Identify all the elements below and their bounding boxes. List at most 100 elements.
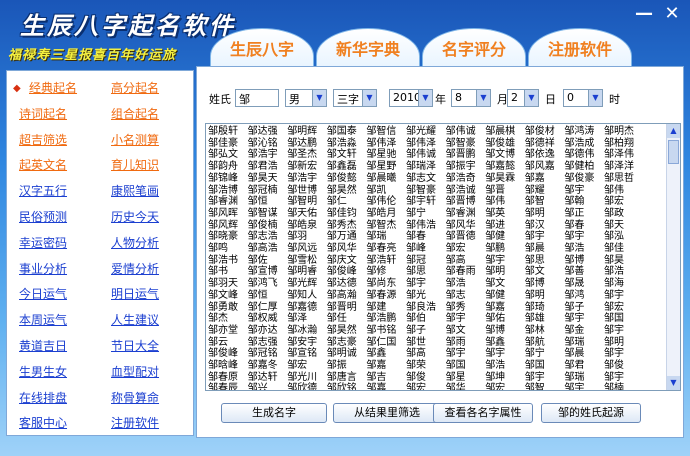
sidebar-item[interactable]: 人物分析 bbox=[111, 234, 159, 251]
name-item[interactable]: 邹国 bbox=[446, 360, 486, 372]
name-item[interactable]: 邹星野 bbox=[366, 161, 406, 173]
name-item[interactable]: 邹宣博 bbox=[248, 266, 288, 278]
name-item[interactable]: 邹志豪 bbox=[327, 337, 367, 349]
name-item[interactable]: 邹昊天 bbox=[248, 173, 288, 185]
name-item[interactable]: 邹耀 bbox=[525, 185, 565, 197]
name-item[interactable]: 邹亦达 bbox=[248, 325, 288, 337]
name-item[interactable]: 邹晋德 bbox=[446, 231, 486, 243]
name-item[interactable]: 邹伟泽 bbox=[366, 138, 406, 150]
name-item[interactable]: 邹君 bbox=[564, 360, 604, 372]
name-item[interactable]: 邹子 bbox=[406, 325, 446, 337]
name-item[interactable]: 邹明睿 bbox=[287, 266, 327, 278]
name-item[interactable]: 邹尚东 bbox=[366, 278, 406, 290]
name-item[interactable]: 邹睿渊 bbox=[446, 208, 486, 220]
name-item[interactable]: 邹健 bbox=[485, 290, 525, 302]
name-item[interactable]: 邹宇 bbox=[446, 348, 486, 360]
name-item[interactable]: 邹星 bbox=[446, 372, 486, 384]
name-item[interactable]: 邹海 bbox=[604, 278, 644, 290]
name-item[interactable]: 邹嘉 bbox=[525, 173, 565, 185]
name-item[interactable]: 邹金 bbox=[564, 325, 604, 337]
name-item[interactable]: 邹雪松 bbox=[287, 255, 327, 267]
name-item[interactable]: 邹韵舟 bbox=[208, 161, 248, 173]
name-item[interactable]: 邹吉 bbox=[366, 372, 406, 384]
name-results-list[interactable]: 邹殷轩 邹佳豪 邹弘文 邹韵舟 邹锦峰 邹浩博 邹睿渊 邹风晖 邹风辉 邹晓豪 邹鸣 邹浩书 邹书 邹羽天… bbox=[205, 123, 681, 391]
name-item[interactable]: 邹天佑 bbox=[287, 208, 327, 220]
sidebar-item[interactable]: 称骨算命 bbox=[111, 389, 159, 406]
name-item[interactable]: 邹华 bbox=[446, 383, 486, 390]
name-item[interactable]: 邹嘉冬 bbox=[248, 360, 288, 372]
name-item[interactable]: 邹凯 bbox=[366, 185, 406, 197]
name-item[interactable]: 邹浩宇 bbox=[248, 149, 288, 161]
name-item[interactable]: 邹唐言 bbox=[327, 372, 367, 384]
name-item[interactable]: 邹云 bbox=[208, 337, 248, 349]
name-item[interactable]: 邹书 bbox=[208, 266, 248, 278]
sidebar-item[interactable]: 经典起名 bbox=[29, 79, 77, 96]
generate-names-button[interactable]: 生成名字 bbox=[221, 403, 327, 423]
name-item[interactable]: 邹鑫磊 bbox=[327, 161, 367, 173]
name-item[interactable]: 邹鸣 bbox=[208, 243, 248, 255]
name-item[interactable]: 邹智杰 bbox=[366, 220, 406, 232]
name-item[interactable]: 邹伟 bbox=[604, 185, 644, 197]
name-item[interactable]: 邹宇 bbox=[564, 231, 604, 243]
sidebar-item[interactable]: 诗词起名 bbox=[19, 105, 67, 122]
name-item[interactable]: 邹振宇 bbox=[446, 161, 486, 173]
name-item[interactable]: 邹政 bbox=[604, 208, 644, 220]
sidebar-item[interactable]: 今日运气 bbox=[19, 285, 67, 302]
name-item[interactable]: 邹瑞泽 bbox=[406, 161, 446, 173]
name-item[interactable]: 邹志浩 bbox=[248, 231, 288, 243]
hour-select[interactable]: 0 ▼ bbox=[563, 89, 603, 107]
name-item[interactable]: 邹书铭 bbox=[366, 325, 406, 337]
name-item[interactable]: 邹健 bbox=[485, 231, 525, 243]
name-item[interactable]: 邹弘文 bbox=[208, 149, 248, 161]
name-item[interactable]: 邹鑫 bbox=[485, 337, 525, 349]
name-item[interactable]: 邹昊 bbox=[604, 255, 644, 267]
name-item[interactable]: 邹宇轩 bbox=[406, 196, 446, 208]
name-item[interactable]: 邹鸿飞 bbox=[248, 278, 288, 290]
name-item[interactable]: 邹智豪 bbox=[406, 185, 446, 197]
name-item[interactable]: 邹天 bbox=[604, 220, 644, 232]
name-item[interactable]: 邹嘉 bbox=[366, 383, 406, 390]
name-item[interactable]: 邹达强 bbox=[248, 126, 288, 138]
sidebar-item[interactable]: 注册软件 bbox=[111, 414, 159, 431]
name-item[interactable]: 邹佳豪 bbox=[208, 138, 248, 150]
name-item[interactable]: 邹宏 bbox=[406, 383, 446, 390]
name-item[interactable]: 邹伟泽 bbox=[406, 138, 446, 150]
name-item[interactable]: 邹春亮 bbox=[366, 243, 406, 255]
name-item[interactable]: 邹明诚 bbox=[327, 348, 367, 360]
name-item[interactable]: 邹俊 bbox=[604, 360, 644, 372]
name-item[interactable]: 邹博 bbox=[525, 278, 565, 290]
name-item[interactable]: 邹志 bbox=[446, 290, 486, 302]
name-item[interactable]: 邹伟诚 bbox=[446, 126, 486, 138]
name-item[interactable]: 邹泽 bbox=[287, 313, 327, 325]
name-item[interactable]: 邹明 bbox=[525, 208, 565, 220]
name-item[interactable]: 邹晨曦 bbox=[366, 173, 406, 185]
name-item[interactable]: 邹晋鹏 bbox=[446, 149, 486, 161]
name-item[interactable]: 邹浩 bbox=[485, 360, 525, 372]
name-item[interactable]: 邹恒 bbox=[248, 290, 288, 302]
name-item[interactable]: 邹冠楠 bbox=[248, 185, 288, 197]
name-item[interactable]: 邹智谋 bbox=[248, 208, 288, 220]
name-item[interactable]: 邹星驰 bbox=[366, 149, 406, 161]
name-item[interactable]: 邹明杰 bbox=[604, 126, 644, 138]
name-item[interactable]: 邹宇 bbox=[525, 372, 565, 384]
sidebar-item[interactable]: 生男生女 bbox=[19, 363, 67, 380]
name-item[interactable]: 邹鸿涛 bbox=[564, 126, 604, 138]
name-item[interactable]: 邹德伟 bbox=[564, 149, 604, 161]
name-item[interactable]: 邹俊雄 bbox=[485, 138, 525, 150]
minimize-button[interactable]: — bbox=[634, 4, 654, 24]
name-item[interactable]: 邹明 bbox=[604, 337, 644, 349]
name-item[interactable]: 邹春雨 bbox=[446, 266, 486, 278]
name-item[interactable]: 邹晋明 bbox=[327, 302, 367, 314]
name-item[interactable]: 邹宏 bbox=[446, 243, 486, 255]
name-item[interactable]: 邹冠 bbox=[406, 255, 446, 267]
name-item[interactable]: 邹宇 bbox=[564, 185, 604, 197]
name-item[interactable]: 邹思哲 bbox=[604, 173, 644, 185]
name-item[interactable]: 邹风华 bbox=[446, 220, 486, 232]
name-item[interactable]: 邹欣德 bbox=[287, 383, 327, 390]
sidebar-item[interactable]: 明日运气 bbox=[111, 285, 159, 302]
name-item[interactable]: 邹达鹏 bbox=[287, 138, 327, 150]
name-item[interactable]: 邹宇 bbox=[525, 231, 565, 243]
sidebar-item[interactable]: 人生建议 bbox=[111, 311, 159, 328]
name-item[interactable]: 邹伯 bbox=[406, 313, 446, 325]
name-item[interactable]: 邹浩书 bbox=[208, 255, 248, 267]
